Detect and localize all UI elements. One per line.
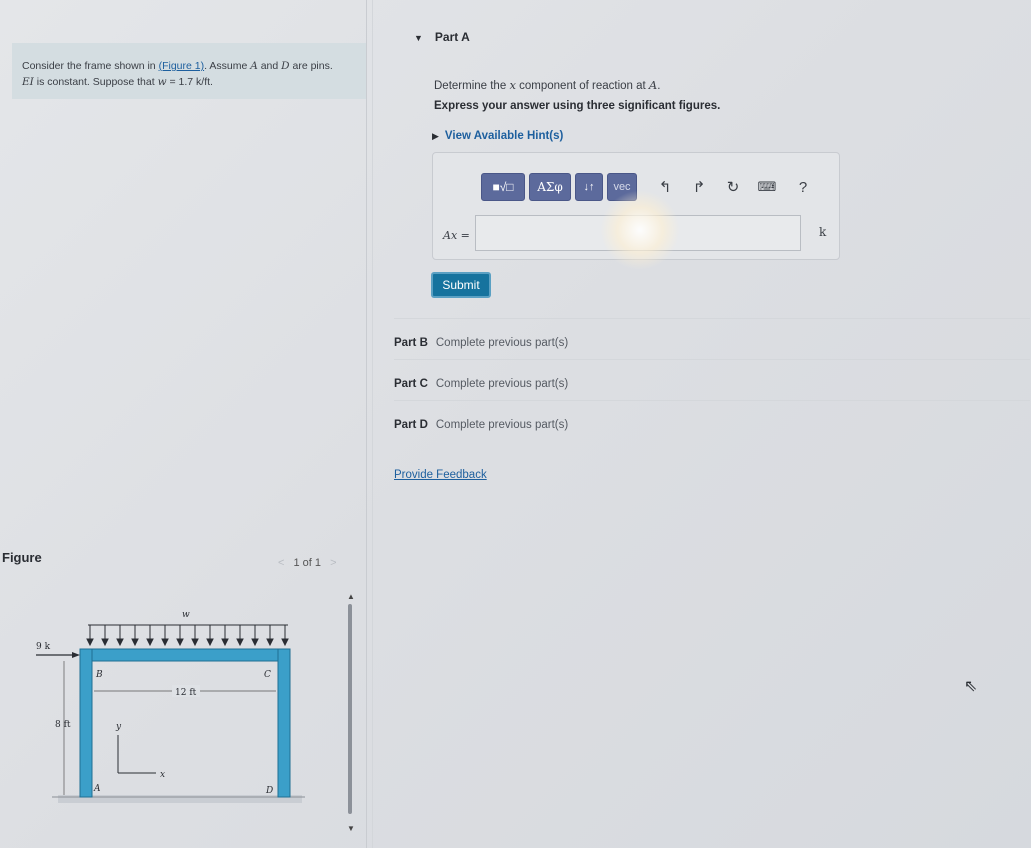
undo-icon[interactable]: ↰ <box>655 178 675 196</box>
frame-figure: w 9 k 8 ft 12 ft B C A D y x <box>36 610 305 803</box>
question-point: A <box>648 78 658 92</box>
var-d: D <box>281 60 290 72</box>
hints-label[interactable]: View Available Hint(s) <box>445 130 563 142</box>
force-label: 9 k <box>36 642 51 652</box>
load-label: w <box>182 610 190 620</box>
var-a: A <box>250 60 258 72</box>
distributed-load <box>86 624 289 647</box>
problem-text: . Assume <box>204 60 251 72</box>
node-a-label: A <box>93 784 101 794</box>
answer-instructions: Express your answer using three signific… <box>434 100 721 112</box>
math-toolbar: ■√□ ΑΣφ ↓↑ vec ↰ ↱ ↻ ⌨ ? <box>481 171 813 203</box>
node-c-label: C <box>264 670 271 680</box>
part-a-header[interactable]: ▼ Part A <box>414 30 470 44</box>
pane-divider <box>372 0 373 848</box>
part-a-title: Part A <box>434 30 470 44</box>
x-axis-label: x <box>160 770 165 780</box>
scroll-thumb[interactable] <box>348 604 352 814</box>
reset-icon[interactable]: ↻ <box>723 178 743 196</box>
part-d-status: Complete previous part(s) <box>435 419 569 431</box>
answer-label: Ax = <box>443 229 470 242</box>
w-value: = 1.7 k/ft. <box>166 76 213 88</box>
vec-button[interactable]: vec <box>607 173 637 201</box>
problem-text: is constant. Suppose that <box>33 76 158 88</box>
column-cd <box>277 648 291 798</box>
part-c-status: Complete previous part(s) <box>435 378 569 390</box>
figure-pager: < 1 of 1 > <box>278 557 337 569</box>
templates-button[interactable]: ■√□ <box>481 173 525 201</box>
figure-heading: Figure <box>2 550 42 565</box>
question-text: Determine the <box>434 80 510 92</box>
question-text: . <box>657 80 661 92</box>
question-text: component of reaction at <box>515 80 649 92</box>
collapse-triangle-icon[interactable]: ▼ <box>414 33 423 43</box>
span-label: 12 ft <box>175 688 197 698</box>
scroll-up-icon[interactable]: ▲ <box>347 592 355 601</box>
y-axis-label: y <box>115 722 122 732</box>
var-ei: EI <box>22 76 34 88</box>
problem-text: are pins. <box>289 60 333 72</box>
left-pane: Consider the frame shown in (Figure 1). … <box>0 0 366 848</box>
view-hints-link[interactable]: ▶ View Available Hint(s) <box>432 130 563 142</box>
height-label: 8 ft <box>55 720 71 730</box>
help-icon[interactable]: ? <box>793 179 813 196</box>
answer-box: ■√□ ΑΣφ ↓↑ vec ↰ ↱ ↻ ⌨ ? Ax = k <box>432 152 840 260</box>
figure-scrollbar[interactable]: ▲ ▼ <box>347 592 355 833</box>
node-d-label: D <box>265 786 273 796</box>
scroll-down-icon[interactable]: ▼ <box>347 824 355 833</box>
prev-figure-icon[interactable]: < <box>278 557 284 569</box>
node-b-label: B <box>95 670 103 680</box>
arrows-button[interactable]: ↓↑ <box>575 173 603 201</box>
part-a-question: Determine the x component of reaction at… <box>434 78 660 92</box>
mouse-cursor-icon: ⇖ <box>964 678 978 695</box>
provide-feedback-link[interactable]: Provide Feedback <box>394 469 487 481</box>
redo-icon[interactable]: ↱ <box>689 178 709 196</box>
problem-text: and <box>257 60 282 72</box>
unit-label: k <box>819 225 827 239</box>
figure-link[interactable]: (Figure 1) <box>159 60 205 72</box>
beam-bc <box>79 648 291 662</box>
part-c-row[interactable]: Part C Complete previous part(s) <box>394 359 1030 399</box>
var-w: w <box>157 76 167 88</box>
part-d-label: Part D <box>394 419 428 431</box>
part-b-status: Complete previous part(s) <box>435 337 569 349</box>
next-figure-icon[interactable]: > <box>330 557 336 569</box>
part-b-label: Part B <box>394 337 428 349</box>
greek-button[interactable]: ΑΣφ <box>529 173 571 201</box>
part-d-row[interactable]: Part D Complete previous part(s) <box>394 400 1030 440</box>
figure-page-count: 1 of 1 <box>293 557 322 569</box>
problem-intro: Consider the frame shown in <box>22 60 159 72</box>
part-c-label: Part C <box>394 378 428 390</box>
submit-button[interactable]: Submit <box>431 272 491 298</box>
keyboard-icon[interactable]: ⌨ <box>757 179 777 195</box>
answer-input[interactable] <box>475 215 801 251</box>
column-ab <box>79 648 93 798</box>
ground <box>58 795 302 803</box>
force-arrowhead <box>72 652 80 658</box>
part-b-row[interactable]: Part B Complete previous part(s) <box>394 318 1030 358</box>
problem-statement: Consider the frame shown in (Figure 1). … <box>12 43 366 99</box>
pane-divider <box>366 0 367 848</box>
expand-triangle-icon[interactable]: ▶ <box>432 131 439 141</box>
